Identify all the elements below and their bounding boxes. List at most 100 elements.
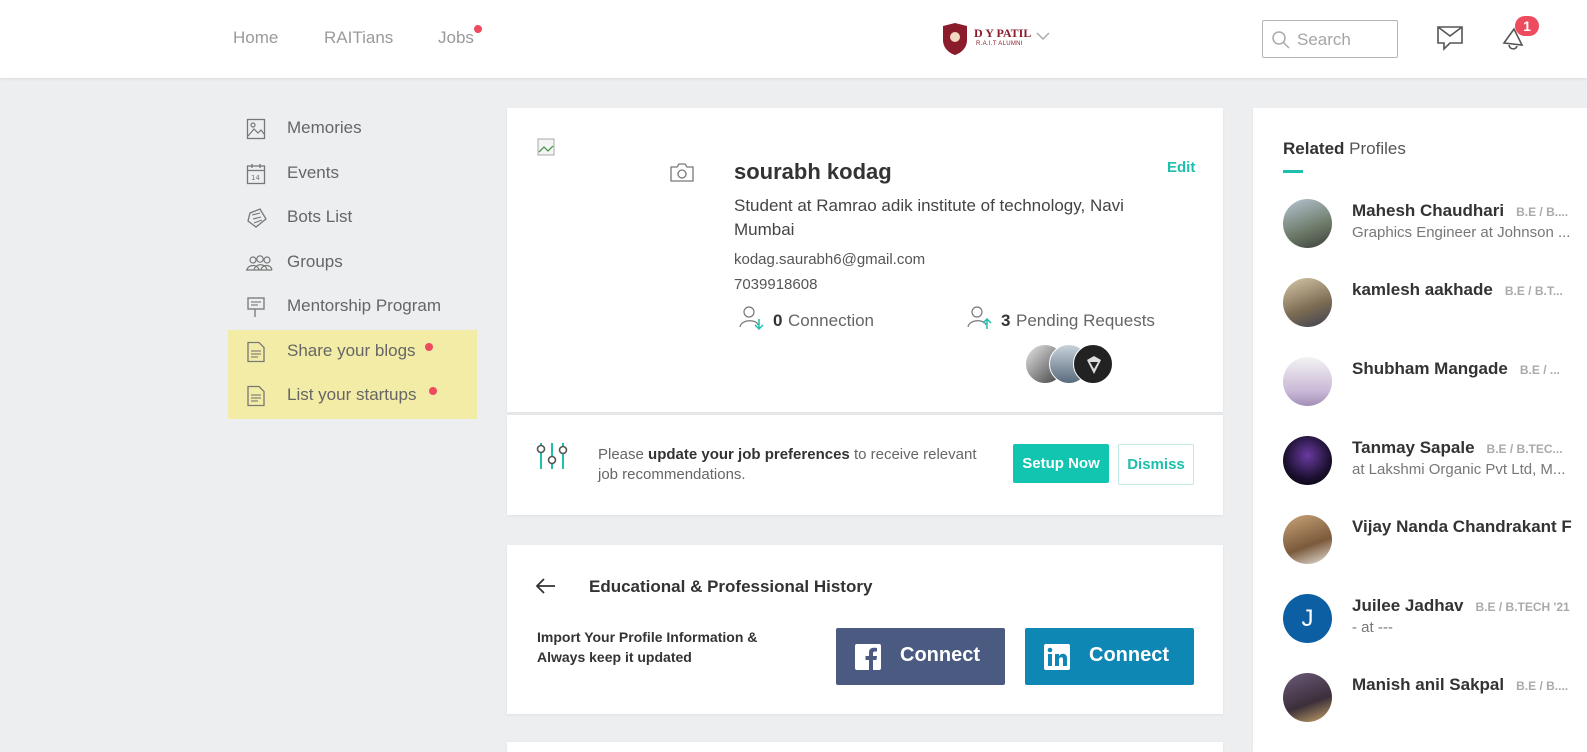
facebook-connect-button[interactable]: Connect	[836, 628, 1005, 685]
presentation-board-icon	[247, 297, 265, 317]
person-degree: B.E / B....	[1516, 205, 1569, 219]
brand-sub: R.A.I.T ALUMNI	[976, 41, 1023, 47]
sidebar-item-groups[interactable]: Groups	[228, 241, 477, 285]
messages-icon[interactable]	[1436, 25, 1464, 51]
related-person-subtitle: Graphics Engineer at Johnson ...	[1352, 224, 1571, 241]
pending-avatars[interactable]	[1025, 344, 1115, 386]
svg-text:14: 14	[251, 174, 260, 182]
profile-phone: 7039918608	[734, 276, 818, 293]
notification-count-badge: 1	[1515, 16, 1539, 36]
sidebar-item-label: List your startups	[287, 385, 417, 404]
linkedin-icon	[1044, 644, 1070, 670]
connection-user-icon	[739, 306, 764, 331]
pending-user-icon	[967, 306, 992, 329]
nav-jobs[interactable]: Jobs	[438, 28, 474, 48]
sidebar-item-bots-list[interactable]: Bots List	[228, 196, 477, 240]
related-person-name[interactable]: Manish anil Sakpal B.E / B....	[1352, 675, 1568, 695]
pending-requests-stat[interactable]: 3 Pending Requests	[967, 305, 1177, 333]
person-name-text: Manish anil Sakpal	[1352, 675, 1505, 694]
profile-card: sourabh kodag Edit Student at Ramrao adi…	[507, 108, 1223, 412]
sidebar-item-label: Events	[287, 163, 339, 182]
top-navbar: Home RAITians Jobs D Y PATIL R.A.I.T ALU…	[0, 0, 1587, 78]
person-name-text: Vijay Nanda Chandrakant F	[1352, 517, 1572, 536]
avatar[interactable]	[1283, 199, 1332, 248]
facebook-connect-label: Connect	[900, 644, 980, 666]
chevron-logo-icon	[1087, 356, 1101, 374]
image-icon	[246, 118, 266, 140]
pending-label: Pending Requests	[1016, 311, 1155, 330]
connections-stat[interactable]: 0 Connection	[739, 305, 919, 333]
person-degree: B.E / B.T...	[1504, 284, 1563, 298]
related-person-name[interactable]: Shubham Mangade B.E / ...	[1352, 359, 1560, 379]
camera-icon[interactable]	[669, 161, 695, 183]
search-box[interactable]: Search	[1262, 20, 1398, 58]
avatar[interactable]	[1283, 673, 1332, 722]
related-profiles-title: Related Profiles	[1283, 139, 1406, 159]
person-name-text: kamlesh aakhade	[1352, 280, 1493, 299]
new-dot	[429, 387, 437, 395]
avatar[interactable]	[1283, 357, 1332, 406]
profile-email: kodag.saurabh6@gmail.com	[734, 251, 926, 268]
person-name-text: Tanmay Sapale	[1352, 438, 1475, 457]
sidebar-item-mentorship[interactable]: Mentorship Program	[228, 285, 477, 329]
job-pref-text-pre: Please	[598, 446, 644, 463]
calendar-icon: 14	[246, 164, 266, 185]
sidebar-item-list-startups[interactable]: List your startups	[228, 374, 477, 419]
nav-home[interactable]: Home	[233, 28, 278, 48]
bot-icon	[247, 208, 267, 228]
shield-logo-icon	[943, 23, 967, 55]
nav-raitians[interactable]: RAITians	[324, 28, 393, 48]
related-person-subtitle: - at ---	[1352, 619, 1393, 636]
dismiss-button[interactable]: Dismiss	[1118, 444, 1194, 485]
job-preferences-message: Please update your job preferences to re…	[598, 445, 988, 485]
sidebar-item-events[interactable]: 14 Events	[228, 152, 477, 196]
person-degree: B.E / ...	[1519, 363, 1560, 377]
person-name-text: Shubham Mangade	[1352, 359, 1508, 378]
related-person-name[interactable]: Mahesh Chaudhari B.E / B....	[1352, 201, 1568, 221]
document-icon	[247, 385, 265, 407]
connections-label: Connection	[788, 311, 875, 330]
facebook-icon	[855, 644, 881, 670]
chevron-down-icon	[1036, 32, 1050, 41]
avatar[interactable]	[1283, 278, 1332, 327]
connections-count: 0	[773, 311, 783, 330]
related-title-rest: Profiles	[1349, 139, 1406, 158]
avatar[interactable]	[1283, 436, 1332, 485]
brand-name: D Y PATIL	[974, 26, 1032, 40]
sidebar-item-label: Mentorship Program	[287, 296, 442, 315]
related-person-name[interactable]: kamlesh aakhade B.E / B.T...	[1352, 280, 1563, 300]
avatar[interactable]	[1283, 515, 1332, 564]
related-person-subtitle: at Lakshmi Organic Pvt Ltd, M...	[1352, 461, 1566, 478]
college-logo[interactable]: D Y PATIL R.A.I.T ALUMNI	[941, 22, 1051, 56]
pending-count: 3	[1001, 311, 1011, 330]
related-person-name[interactable]: Tanmay Sapale B.E / B.TEC...	[1352, 438, 1563, 458]
sidebar-item-share-blogs[interactable]: Share your blogs	[228, 330, 477, 374]
import-info-line2: Always keep it updated	[537, 649, 692, 665]
profile-name: sourabh kodag	[734, 159, 892, 184]
arrow-left-icon[interactable]	[535, 577, 557, 595]
job-preferences-card: Please update your job preferences to re…	[507, 414, 1223, 515]
sidebar-item-label: Memories	[287, 118, 362, 137]
related-person-name[interactable]: Juilee Jadhav B.E / B.TECH '21	[1352, 596, 1570, 616]
import-info-line1: Import Your Profile Information &	[537, 629, 758, 645]
sidebar-item-label: Groups	[287, 252, 343, 271]
setup-now-button[interactable]: Setup Now	[1013, 444, 1109, 483]
person-degree: B.E / B....	[1516, 679, 1569, 693]
jobs-notification-dot	[474, 25, 482, 33]
linkedin-connect-label: Connect	[1089, 644, 1169, 666]
history-title: Educational & Professional History	[589, 577, 873, 596]
search-placeholder: Search	[1297, 30, 1351, 49]
avatar-initial[interactable]: J	[1283, 594, 1332, 643]
title-underline	[1283, 170, 1303, 173]
related-title-bold: Related	[1283, 139, 1345, 158]
linkedin-connect-button[interactable]: Connect	[1025, 628, 1194, 685]
related-person-name[interactable]: Vijay Nanda Chandrakant F	[1352, 517, 1572, 537]
next-card	[507, 742, 1223, 752]
update-job-preferences-text: update your job preferences	[648, 446, 850, 463]
groups-icon	[246, 255, 273, 271]
edit-profile-link[interactable]: Edit	[1167, 159, 1195, 176]
search-icon	[1272, 31, 1290, 49]
person-name-text: Mahesh Chaudhari	[1352, 201, 1505, 220]
sidebar-item-memories[interactable]: Memories	[228, 107, 477, 151]
new-dot	[425, 343, 433, 351]
